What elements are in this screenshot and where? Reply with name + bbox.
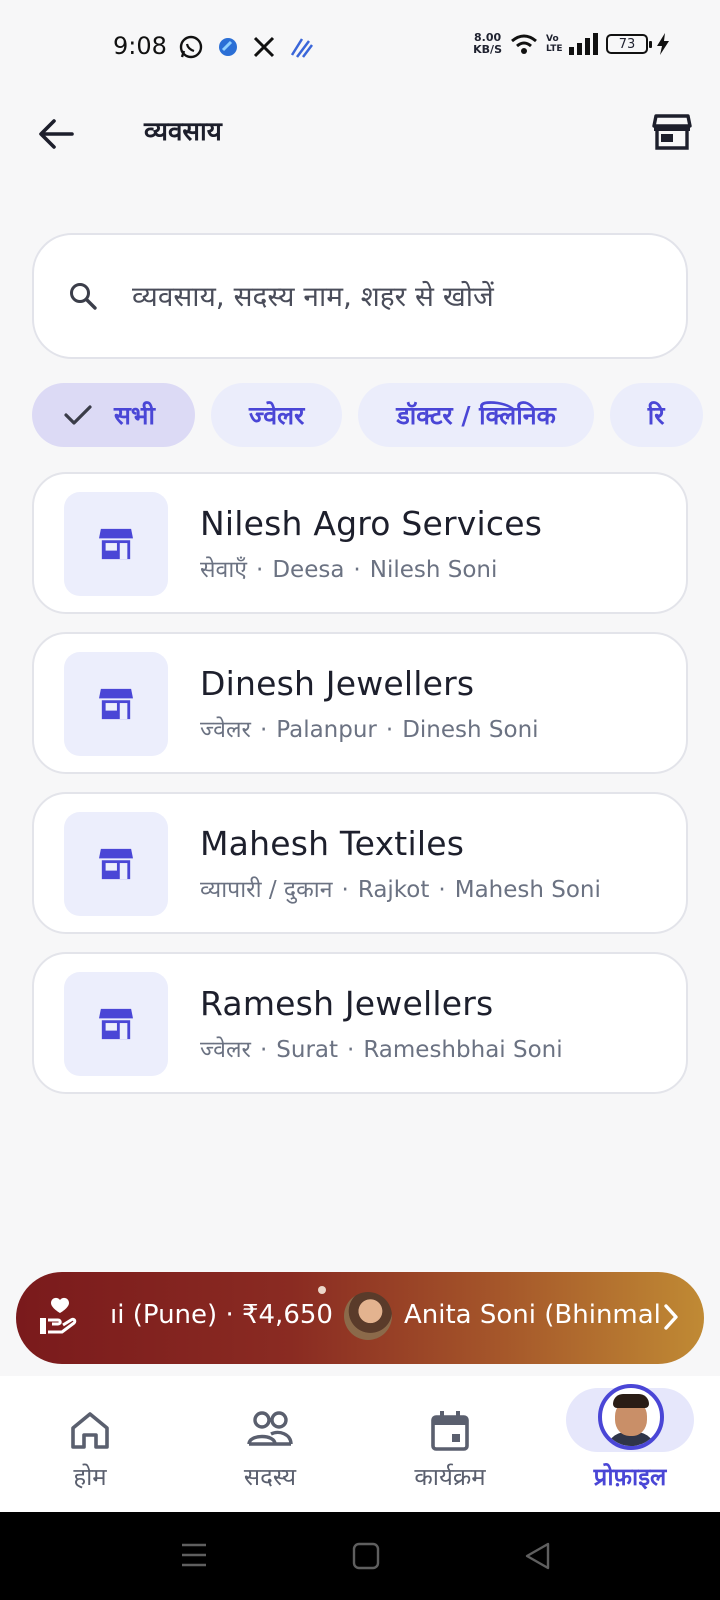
business-city: Deesa: [272, 557, 345, 583]
chevron-right-icon: [664, 1304, 678, 1330]
business-category: व्यापारी / दुकान: [200, 877, 333, 903]
filter-chips: सभी ज्वेलर डॉक्टर / क्लिनिक रि: [32, 383, 720, 449]
nav-label: होम: [73, 1463, 107, 1491]
ticker-item: Anita Soni (Bhinmal: [404, 1300, 661, 1330]
cellular-signal-icon: [569, 33, 598, 55]
filter-chip-more[interactable]: रि: [609, 383, 703, 447]
nav-label: सदस्य: [243, 1463, 297, 1491]
search-icon: [70, 283, 97, 310]
status-bar: 9:08 8.00 KB/S Vo LTE 73: [0, 0, 720, 96]
business-category: ज्वेलर: [200, 1037, 251, 1063]
business-thumbnail: [64, 812, 168, 916]
home-system-button[interactable]: [352, 1542, 380, 1574]
business-owner: Rameshbhai Soni: [363, 1037, 563, 1063]
menu-button[interactable]: [180, 1542, 208, 1572]
filter-chip-doctor-clinic[interactable]: डॉक्टर / क्लिनिक: [358, 383, 594, 447]
store-icon: [99, 848, 133, 880]
chip-label: ज्वेलर: [248, 401, 305, 430]
arrow-left-icon: [39, 119, 74, 149]
volte-badge: Vo LTE: [546, 34, 563, 54]
signal-app-icon: [290, 38, 313, 58]
donor-avatar: [344, 1292, 392, 1340]
chip-label: सभी: [114, 401, 155, 430]
business-name: Nilesh Agro Services: [200, 504, 543, 543]
business-city: Surat: [276, 1037, 339, 1063]
profile-avatar[interactable]: [598, 1384, 664, 1450]
business-thumbnail: [64, 652, 168, 756]
search-bar[interactable]: [32, 233, 688, 359]
back-button[interactable]: [30, 108, 82, 160]
business-thumbnail: [64, 492, 168, 596]
business-card[interactable]: Mahesh Textiles व्यापारी / दुकान · Rajkot ·…: [32, 792, 688, 934]
store-icon: [99, 688, 133, 720]
home-icon: [71, 1412, 109, 1449]
store-icon: [652, 114, 692, 150]
check-icon: [64, 405, 92, 425]
nav-label: प्रोफ़ाइल: [593, 1463, 667, 1491]
store-icon: [99, 528, 133, 560]
business-thumbnail: [64, 972, 168, 1076]
triangle-back-icon: [525, 1542, 550, 1570]
business-meta: ज्वेलर · Palanpur · Dinesh Soni: [200, 717, 539, 743]
business-owner: Dinesh Soni: [402, 717, 539, 743]
members-icon: [247, 1411, 293, 1446]
business-city: Rajkot: [357, 877, 430, 903]
business-name: Ramesh Jewellers: [200, 984, 494, 1023]
menu-icon: [182, 1543, 206, 1567]
business-owner: Mahesh Soni: [454, 877, 601, 903]
nav-label: कार्यक्रम: [414, 1463, 486, 1491]
square-icon: [352, 1542, 380, 1570]
business-meta: ज्वेलर · Surat · Rameshbhai Soni: [200, 1037, 563, 1063]
x-icon: [253, 36, 275, 58]
business-category: सेवाएँ: [200, 557, 248, 583]
business-category: ज्वेलर: [200, 717, 251, 743]
nav-members[interactable]: सदस्य: [180, 1376, 360, 1512]
business-name: Dinesh Jewellers: [200, 664, 475, 703]
business-meta: सेवाएँ · Deesa · Nilesh Soni: [200, 557, 498, 583]
search-input[interactable]: [132, 279, 652, 313]
battery-indicator: 73: [606, 34, 652, 54]
system-navigation-bar: [0, 1512, 720, 1600]
business-card[interactable]: Ramesh Jewellers ज्वेलर · Surat · Rameshbhai…: [32, 952, 688, 1094]
net-speed: 8.00 KB/S: [473, 31, 502, 56]
whatsapp-icon: [179, 35, 203, 59]
nav-events[interactable]: कार्यक्रम: [360, 1376, 540, 1512]
store-button[interactable]: [646, 106, 698, 158]
chip-label: डॉक्टर / क्लिनिक: [396, 401, 556, 430]
notification-icons: [178, 34, 314, 60]
chip-label: रि: [647, 401, 665, 430]
business-meta: व्यापारी / दुकान · Rajkot · Mahesh Soni: [200, 877, 601, 903]
nav-home[interactable]: होम: [0, 1376, 180, 1512]
page-title: व्यवसाय: [144, 117, 222, 147]
donation-hand-icon: [40, 1297, 77, 1334]
business-card[interactable]: Dinesh Jewellers ज्वेलर · Palanpur · Dinesh …: [32, 632, 688, 774]
ticker-dot: [318, 1286, 326, 1294]
charging-icon: [657, 33, 669, 55]
app-header: व्यवसाय: [0, 96, 720, 186]
business-list: Nilesh Agro Services सेवाएँ · Deesa · Nilesh…: [32, 472, 688, 1112]
business-city: Palanpur: [276, 717, 377, 743]
business-name: Mahesh Textiles: [200, 824, 465, 863]
status-time: 9:08: [113, 32, 167, 60]
ticker-item: ıi (Pune) · ₹4,650: [110, 1300, 333, 1330]
store-icon: [99, 1008, 133, 1040]
business-card[interactable]: Nilesh Agro Services सेवाएँ · Deesa · Nilesh…: [32, 472, 688, 614]
business-owner: Nilesh Soni: [369, 557, 498, 583]
bottom-navigation: होम सदस्य कार्यक्रम प्रोफ़ाइल: [0, 1376, 720, 1512]
wifi-icon: [511, 34, 537, 54]
donation-ticker[interactable]: ıi (Pune) · ₹4,650 Anita Soni (Bhinmal: [16, 1272, 704, 1364]
calendar-icon: [431, 1411, 469, 1451]
app-icon: [219, 38, 237, 56]
system-indicators: 8.00 KB/S Vo LTE 73: [473, 32, 670, 56]
back-system-button[interactable]: [524, 1542, 552, 1574]
filter-chip-jeweller[interactable]: ज्वेलर: [210, 383, 343, 447]
filter-chip-all[interactable]: सभी: [32, 383, 195, 447]
